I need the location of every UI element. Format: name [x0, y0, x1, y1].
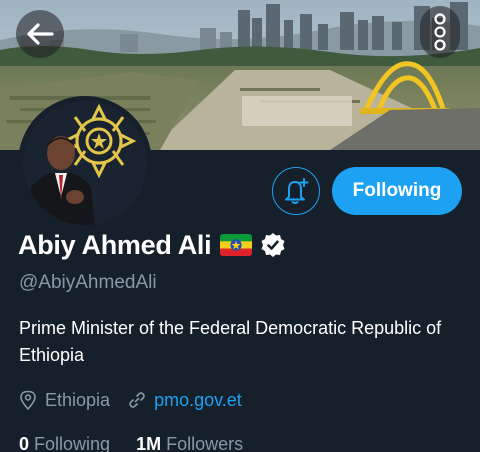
back-arrow-icon — [27, 23, 54, 45]
following-stat[interactable]: 0 Following — [19, 434, 110, 452]
avatar-image — [23, 101, 147, 225]
more-vertical-icon — [434, 13, 446, 51]
name-row: Abiy Ahmed Ali — [18, 228, 286, 262]
profile-meta: Ethiopia pmo.gov.et — [19, 388, 242, 412]
display-name: Abiy Ahmed Ali — [18, 229, 212, 260]
following-label: Following — [34, 434, 111, 452]
profile-website-link[interactable]: pmo.gov.et — [154, 390, 242, 411]
location-pin-icon — [20, 390, 36, 410]
verified-badge-icon — [260, 232, 286, 258]
avatar[interactable] — [18, 96, 152, 230]
profile-location: Ethiopia — [45, 389, 111, 410]
notifications-button[interactable] — [272, 167, 320, 215]
more-options-button[interactable] — [420, 6, 460, 58]
profile-bio: Prime Minister of the Federal Democratic… — [19, 318, 442, 365]
back-button[interactable] — [16, 10, 64, 58]
followers-stat[interactable]: 1M Followers — [136, 434, 243, 452]
following-count: 0 — [19, 434, 30, 452]
profile-stats: 0 Following 1M Followers — [19, 434, 243, 452]
profile-handle: @AbiyAhmedAli — [19, 272, 157, 293]
followers-label: Followers — [166, 434, 244, 452]
ethiopia-flag-icon — [220, 234, 253, 256]
link-icon — [129, 392, 145, 408]
followers-count: 1M — [136, 434, 162, 452]
following-button[interactable]: Following — [332, 167, 462, 215]
bell-plus-icon — [285, 178, 309, 204]
